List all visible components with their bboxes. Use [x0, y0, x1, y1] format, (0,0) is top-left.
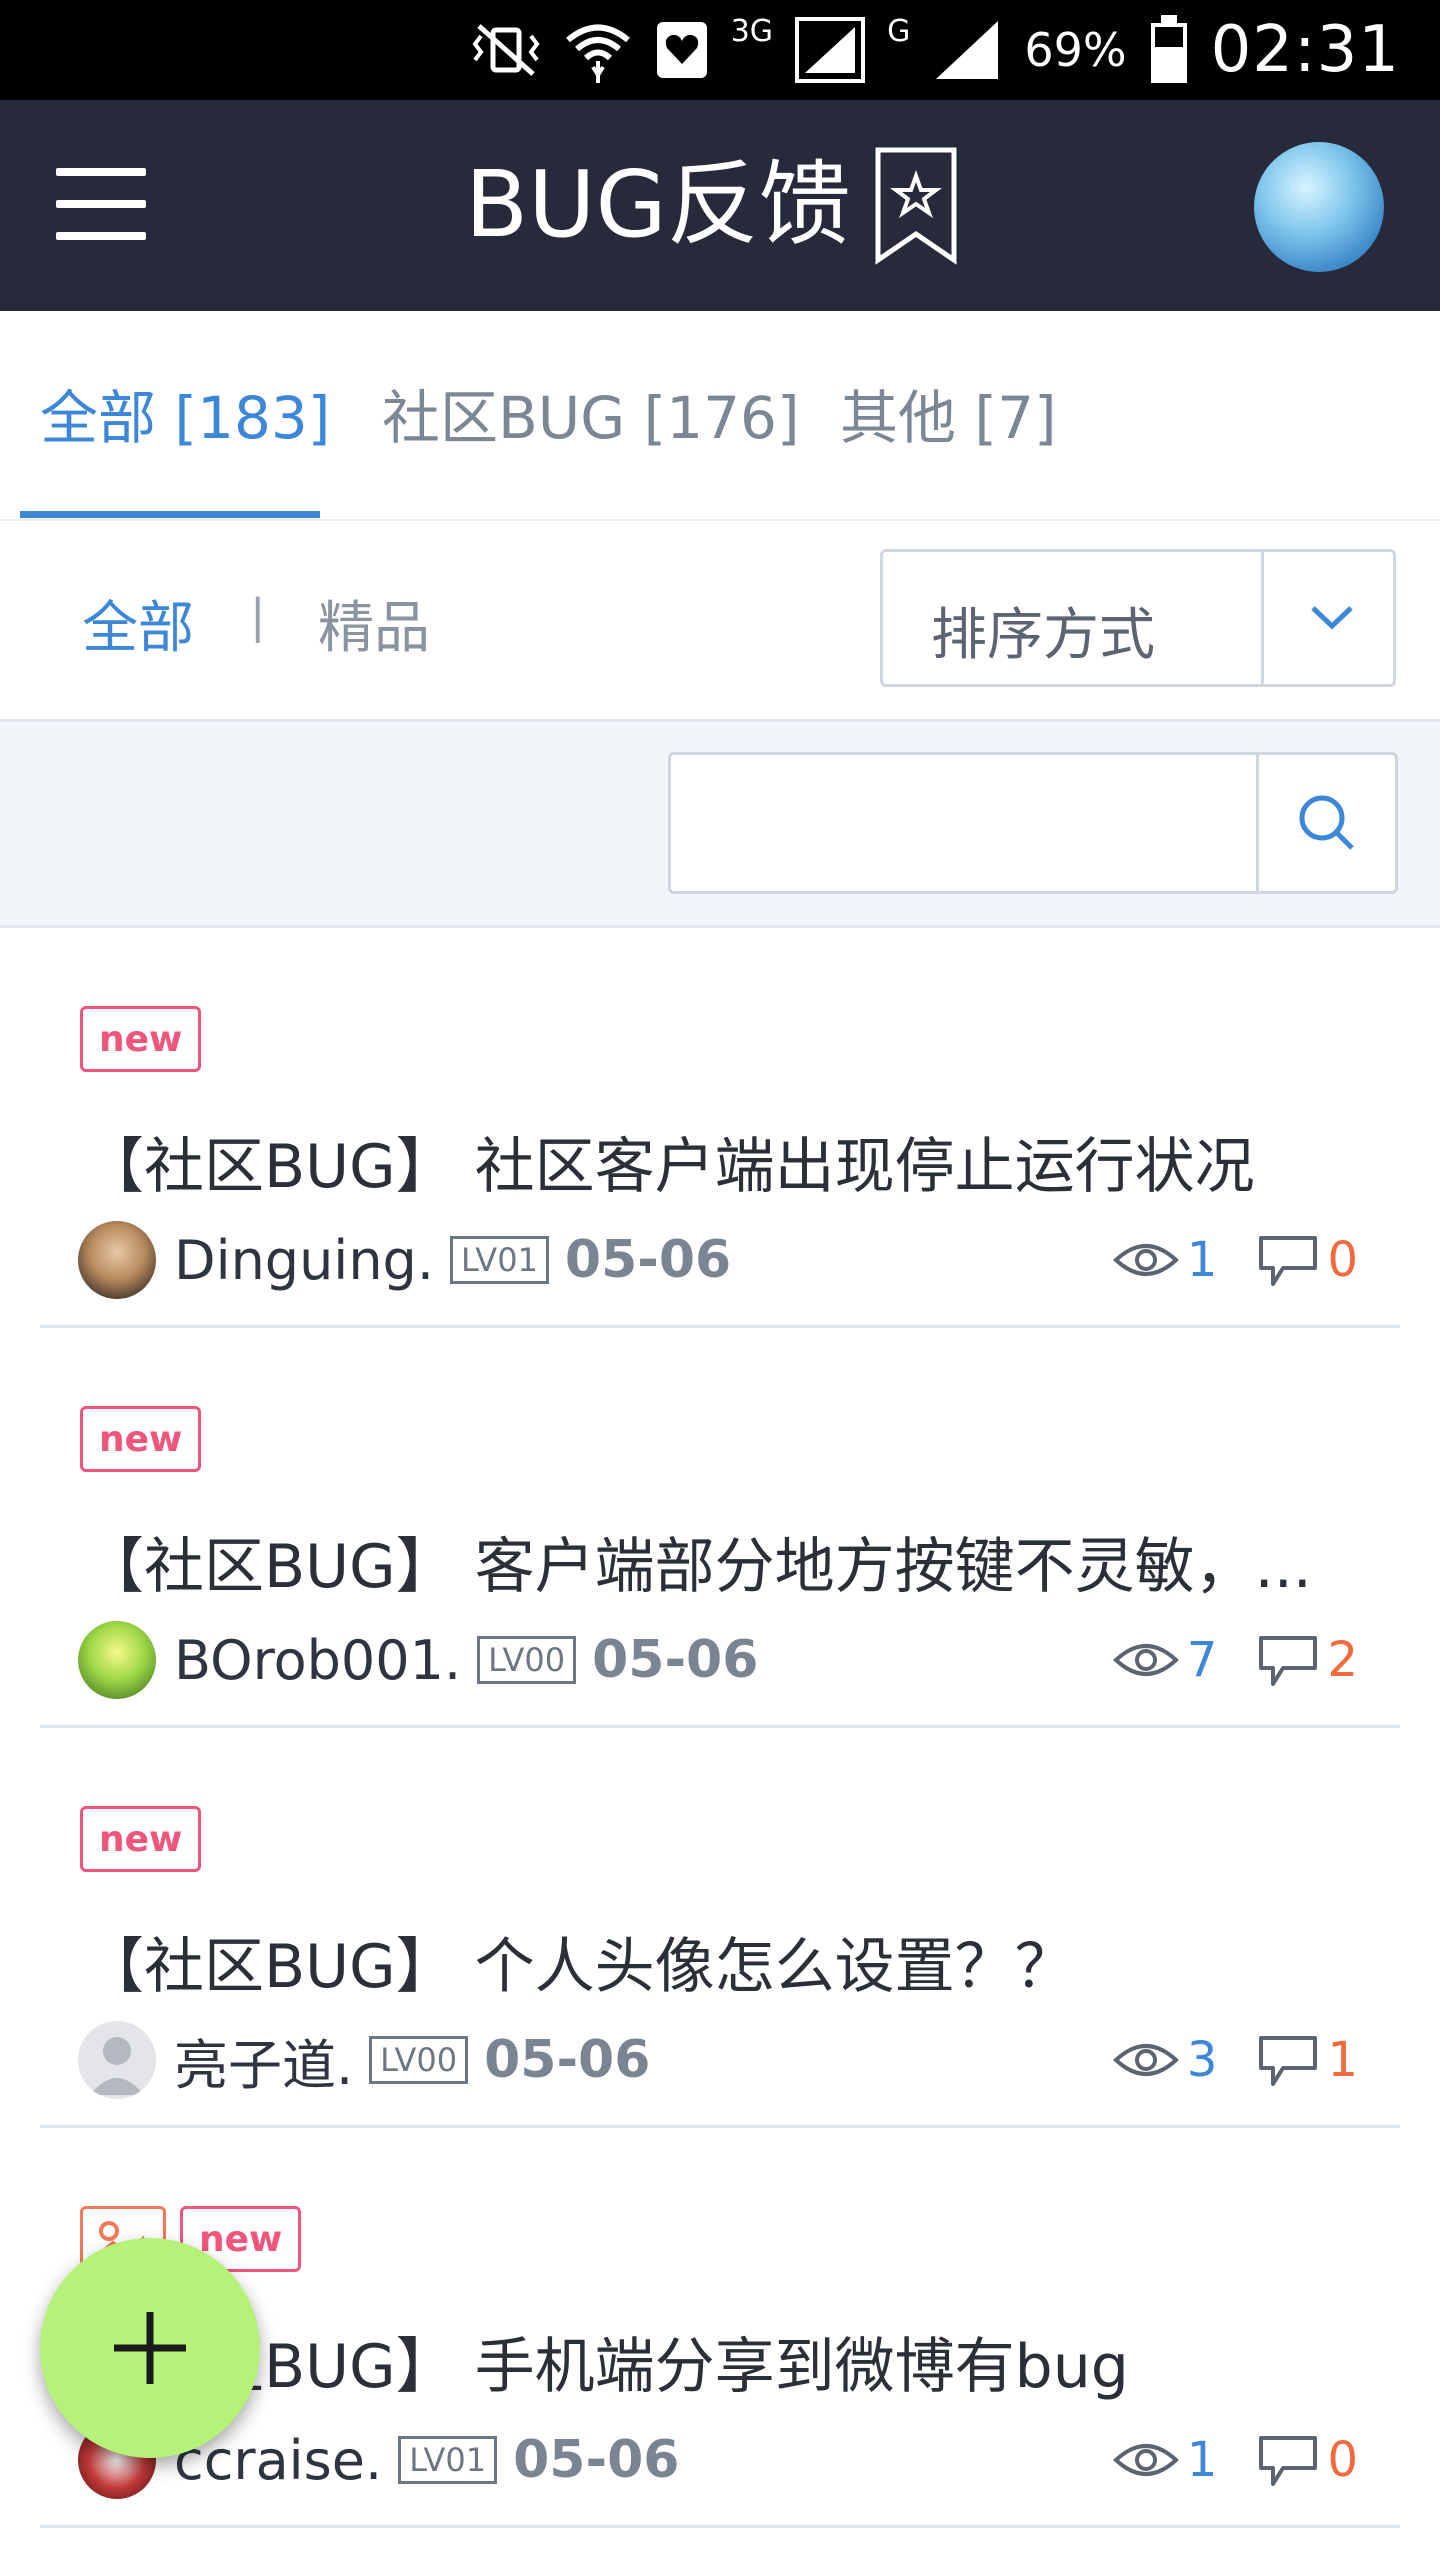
filter-separator: | [250, 589, 266, 643]
wifi-icon [563, 15, 633, 85]
view-count: 1 [1186, 2432, 1218, 2488]
comment-icon [1259, 1236, 1318, 1286]
signal-icon [795, 17, 866, 83]
notification-heart-icon [655, 20, 709, 80]
badge-row: new [80, 1406, 202, 1472]
post-stats: 7 2 [1112, 1620, 1358, 1700]
list-item[interactable]: new 【社区BUG】 个人头像怎么设置？？ 亮子道. LV00 05-06 3… [40, 1728, 1400, 2128]
post-title[interactable]: 【社区BUG】 个人头像怎么设置？？ [84, 1918, 1384, 2005]
bookmark-star-icon[interactable] [874, 146, 958, 266]
chevron-down-icon[interactable] [1303, 592, 1361, 642]
category-tabs: 全部 [183] 社区BUG [176] 其他 [7] [0, 311, 1440, 522]
plus-icon [114, 2312, 186, 2384]
signal-strength-icon [932, 17, 1002, 83]
search-input[interactable] [668, 752, 1260, 894]
network-g-label: G [887, 14, 911, 49]
view-count: 3 [1186, 2032, 1218, 2088]
tab-all[interactable]: 全部 [183] [40, 371, 330, 455]
badge-row: new [80, 1806, 202, 1872]
post-stats: 3 1 [1112, 2020, 1358, 2100]
post-title[interactable]: 【社区BUG】 社区客户端出现停止运行状况 [84, 1118, 1384, 1205]
post-title[interactable]: 【社区BUG】 手机端分享到微博有bug [84, 2318, 1384, 2405]
network-3g-label: 3G [730, 14, 774, 49]
post-date: 05-06 [592, 1630, 759, 1690]
sort-dropdown[interactable]: 排序方式 [880, 549, 1396, 687]
comment-icon [1259, 1636, 1318, 1686]
comment-count: 0 [1327, 1232, 1358, 1288]
new-badge: new [80, 1406, 202, 1472]
view-count: 7 [1186, 1632, 1218, 1688]
comment-count: 1 [1327, 2032, 1358, 2088]
post-meta: 亮子道. LV00 05-06 [78, 2020, 650, 2100]
author-name[interactable]: Dinguing. [174, 1229, 434, 1292]
comment-count: 0 [1327, 2432, 1358, 2488]
avatar[interactable] [78, 1221, 156, 1299]
avatar[interactable] [78, 1621, 156, 1699]
sort-label: 排序方式 [931, 603, 1155, 668]
filter-bar: 全部 | 精品 排序方式 [0, 521, 1440, 722]
eye-icon [1112, 2044, 1179, 2076]
tab-community-bug[interactable]: 社区BUG [176] [382, 371, 800, 455]
eye-icon [1112, 1244, 1179, 1276]
search-icon [1299, 795, 1354, 850]
battery-percent: 69% [1024, 23, 1127, 77]
badge-row: new [80, 1006, 202, 1072]
level-badge: LV00 [477, 1636, 577, 1684]
post-title[interactable]: 【社区BUG】 客户端部分地方按键不灵敏，... [84, 1518, 1384, 1605]
list-item[interactable]: new 【社区BUG】 客户端部分地方按键不灵敏，... BOrob001. L… [40, 1328, 1400, 1728]
active-tab-indicator [20, 511, 320, 518]
post-meta: Dinguing. LV01 05-06 [78, 1220, 731, 1300]
menu-icon[interactable] [56, 168, 146, 242]
level-badge: LV00 [369, 2036, 469, 2084]
default-user-icon [90, 2037, 144, 2095]
eye-icon [1112, 1644, 1179, 1676]
add-post-button[interactable] [40, 2238, 260, 2458]
battery-icon [1149, 15, 1189, 85]
author-name[interactable]: BOrob001. [174, 1629, 461, 1692]
page-title: BUG反馈 [465, 151, 851, 258]
tab-other[interactable]: 其他 [7] [840, 371, 1057, 455]
clock: 02:31 [1210, 13, 1400, 87]
app-bar: BUG反馈 [0, 100, 1440, 311]
view-count: 1 [1186, 1232, 1218, 1288]
vibrate-icon [471, 22, 541, 78]
level-badge: LV01 [449, 1236, 549, 1284]
post-date: 05-06 [564, 1230, 732, 1290]
sort-divider [1261, 552, 1264, 684]
post-stats: 1 0 [1112, 1220, 1358, 1300]
search-button[interactable] [1256, 752, 1398, 894]
post-date: 05-06 [513, 2430, 680, 2490]
list-item[interactable]: new 【社区BUG】 社区客户端出现停止运行状况 Dinguing. LV01… [40, 928, 1400, 1328]
status-bar: 3G G 69% 02:31 [0, 0, 1440, 100]
new-badge: new [80, 1006, 202, 1072]
level-badge: LV01 [398, 2436, 498, 2484]
search-bar [0, 722, 1440, 928]
post-meta: BOrob001. LV00 05-06 [78, 1620, 758, 1700]
new-badge: new [80, 1806, 202, 1872]
comment-icon [1259, 2436, 1318, 2486]
filter-all[interactable]: 全部 [82, 583, 194, 664]
avatar[interactable] [78, 2021, 156, 2099]
comment-count: 2 [1327, 1632, 1358, 1688]
eye-icon [1112, 2444, 1179, 2476]
post-date: 05-06 [484, 2030, 651, 2090]
post-stats: 1 0 [1112, 2420, 1358, 2500]
comment-icon [1259, 2036, 1318, 2086]
status-icons: 3G G 69% 02:31 [471, 10, 1400, 90]
filter-featured[interactable]: 精品 [318, 583, 430, 664]
user-avatar[interactable] [1254, 142, 1384, 272]
author-name[interactable]: 亮子道. [174, 2021, 353, 2100]
